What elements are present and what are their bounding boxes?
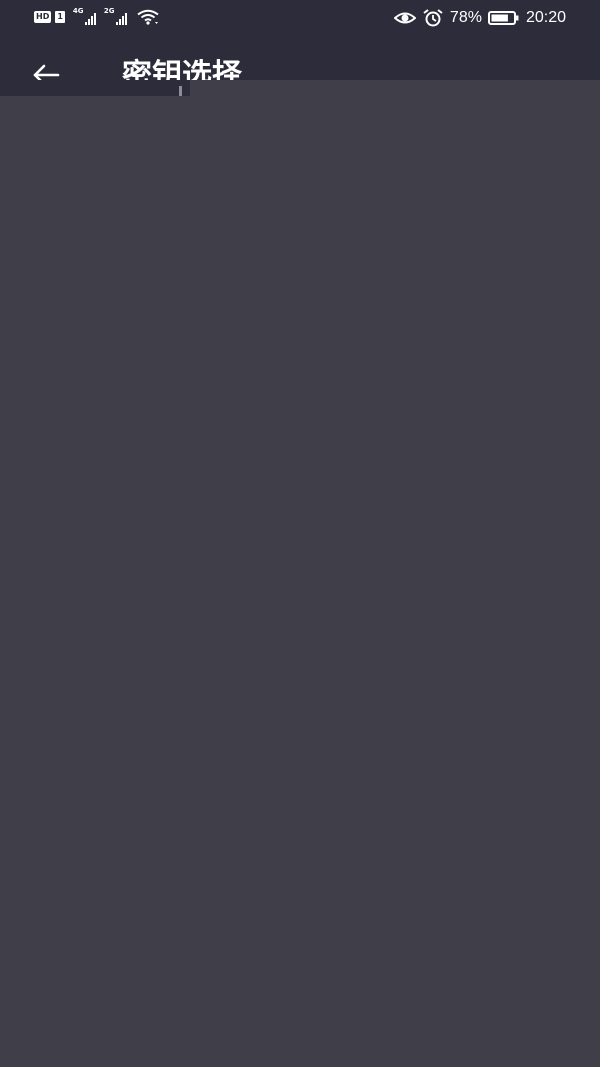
text-cursor [179, 86, 182, 96]
sim-icon: 1 [55, 11, 65, 23]
hd-icon: HD [34, 11, 52, 23]
content-area [0, 80, 600, 1067]
status-bar: HD 1 4G 2G 78% 20:20 [0, 0, 600, 38]
signal-icon: 2G [103, 7, 127, 25]
signal-generation-label: 2G [103, 7, 115, 15]
eye-icon [393, 12, 416, 24]
battery-percent: 78% [449, 9, 482, 26]
signal-icon: 4G [72, 7, 96, 25]
status-bar-right: 78% 20:20 [393, 8, 566, 28]
battery-icon [487, 11, 519, 25]
wifi-icon [137, 9, 159, 25]
status-bar-left: HD 1 4G 2G [34, 7, 159, 25]
alarm-icon [423, 9, 443, 27]
screen: HD 1 4G 2G 78% 20:20 密钥选择 [0, 0, 600, 1067]
signal-generation-label: 4G [72, 7, 84, 15]
clock: 20:20 [525, 9, 566, 26]
header-edge [0, 80, 190, 96]
